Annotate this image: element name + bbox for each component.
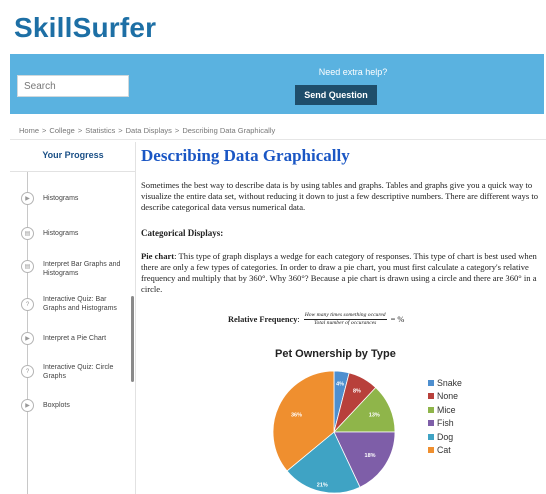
pie-chart-paragraph: Pie chart: This type of graph displays a…	[141, 251, 541, 295]
legend-label: Fish	[437, 418, 454, 429]
breadcrumb-current: Describing Data Graphically	[182, 126, 276, 135]
sidebar-item-label: Interactive Quiz: Bar Graphs and Histogr…	[43, 296, 117, 312]
legend-swatch	[428, 420, 434, 427]
site-logo[interactable]: SkillSurfer	[14, 12, 156, 44]
sidebar-item-label: Interpret Bar Graphs and Histograms	[43, 261, 121, 277]
pie-chart-term: Pie chart	[141, 251, 175, 261]
play-icon: ▶	[21, 192, 34, 205]
legend-item-none: None	[428, 390, 462, 404]
legend-swatch	[428, 393, 434, 400]
legend-swatch	[428, 433, 434, 440]
legend-swatch	[428, 406, 434, 413]
pie-data-label-snake: 4%	[336, 382, 344, 388]
legend-item-fish: Fish	[428, 417, 462, 431]
document-icon: ▤	[21, 260, 34, 273]
legend-label: Mice	[437, 404, 456, 415]
header-divider	[10, 139, 546, 140]
send-question-button[interactable]: Send Question	[295, 85, 377, 105]
legend-item-mice: Mice	[428, 403, 462, 417]
sidebar-item-label: Boxplots	[43, 402, 70, 409]
pie-data-label-none: 8%	[353, 388, 361, 394]
breadcrumb: Home > College > Statistics > Data Displays > De…	[19, 126, 275, 135]
sidebar-item-label: Interactive Quiz: Circle Graphs	[43, 364, 114, 380]
breadcrumb-data-displays[interactable]: Data Displays	[126, 126, 172, 135]
pie-chart-description: : This type of graph displays a wedge fo…	[141, 251, 537, 294]
pie-data-label-fish: 18%	[365, 453, 376, 459]
legend-item-cat: Cat	[428, 444, 462, 458]
document-icon: ▤	[21, 227, 34, 240]
breadcrumb-separator: >	[77, 126, 83, 135]
legend-item-dog: Dog	[428, 430, 462, 444]
breadcrumb-separator: >	[174, 126, 180, 135]
sidebar-item-label: Histograms	[43, 230, 79, 237]
intro-paragraph: Sometimes the best way to describe data …	[141, 180, 539, 212]
legend-label: Dog	[437, 431, 454, 442]
formula-label: Relative Frequency	[228, 315, 298, 324]
play-icon: ▶	[21, 332, 34, 345]
pie-data-label-dog: 21%	[317, 482, 328, 488]
breadcrumb-separator: >	[42, 126, 47, 135]
sidebar-item-label: Histograms	[43, 195, 79, 202]
pie-data-label-mice: 13%	[369, 413, 380, 419]
breadcrumb-home[interactable]: Home	[19, 126, 39, 135]
legend-item-snake: Snake	[428, 376, 462, 390]
play-icon: ▶	[21, 399, 34, 412]
pie-data-label-cat: 36%	[291, 412, 302, 418]
help-text: Need extra help?	[318, 67, 388, 77]
relative-frequency-formula: Relative Frequency: How many times somet…	[228, 312, 404, 327]
quiz-icon: ?	[21, 365, 34, 378]
search-input[interactable]	[17, 75, 129, 97]
legend-label: Snake	[437, 377, 462, 388]
legend-swatch	[428, 379, 434, 386]
sidebar-item-label: Interpret a Pie Chart	[43, 335, 107, 342]
quiz-icon: ?	[21, 298, 34, 311]
sidebar-scrollbar[interactable]	[131, 296, 134, 382]
sidebar-title: Your Progress	[42, 150, 104, 160]
legend-label: None	[437, 391, 459, 402]
breadcrumb-separator: >	[118, 126, 123, 135]
breadcrumb-statistics[interactable]: Statistics	[85, 126, 115, 135]
progress-sidebar: Your Progress ▶ Histograms ▤ Histograms …	[10, 142, 136, 494]
sidebar-title-divider	[10, 171, 136, 172]
formula-fraction: How many times something occured Total n…	[303, 312, 387, 327]
chart-legend: Snake None Mice Fish Dog Cat	[428, 376, 462, 457]
chart-title: Pet Ownership by Type	[275, 348, 396, 360]
pet-ownership-pie-chart: 4% 8% 13% 18% 21% 36%	[272, 371, 396, 494]
formula-percent: = %	[390, 315, 405, 324]
section-heading: Categorical Displays:	[141, 228, 224, 238]
formula-numerator: How many times something occured	[303, 312, 387, 320]
legend-swatch	[428, 447, 434, 454]
breadcrumb-college[interactable]: College	[49, 126, 74, 135]
formula-colon: :	[297, 315, 300, 324]
formula-denominator: Total number of occurances	[313, 320, 377, 326]
page-title: Describing Data Graphically	[141, 146, 350, 165]
help-banner: Need extra help? Send Question	[10, 54, 544, 114]
legend-label: Cat	[437, 445, 451, 456]
